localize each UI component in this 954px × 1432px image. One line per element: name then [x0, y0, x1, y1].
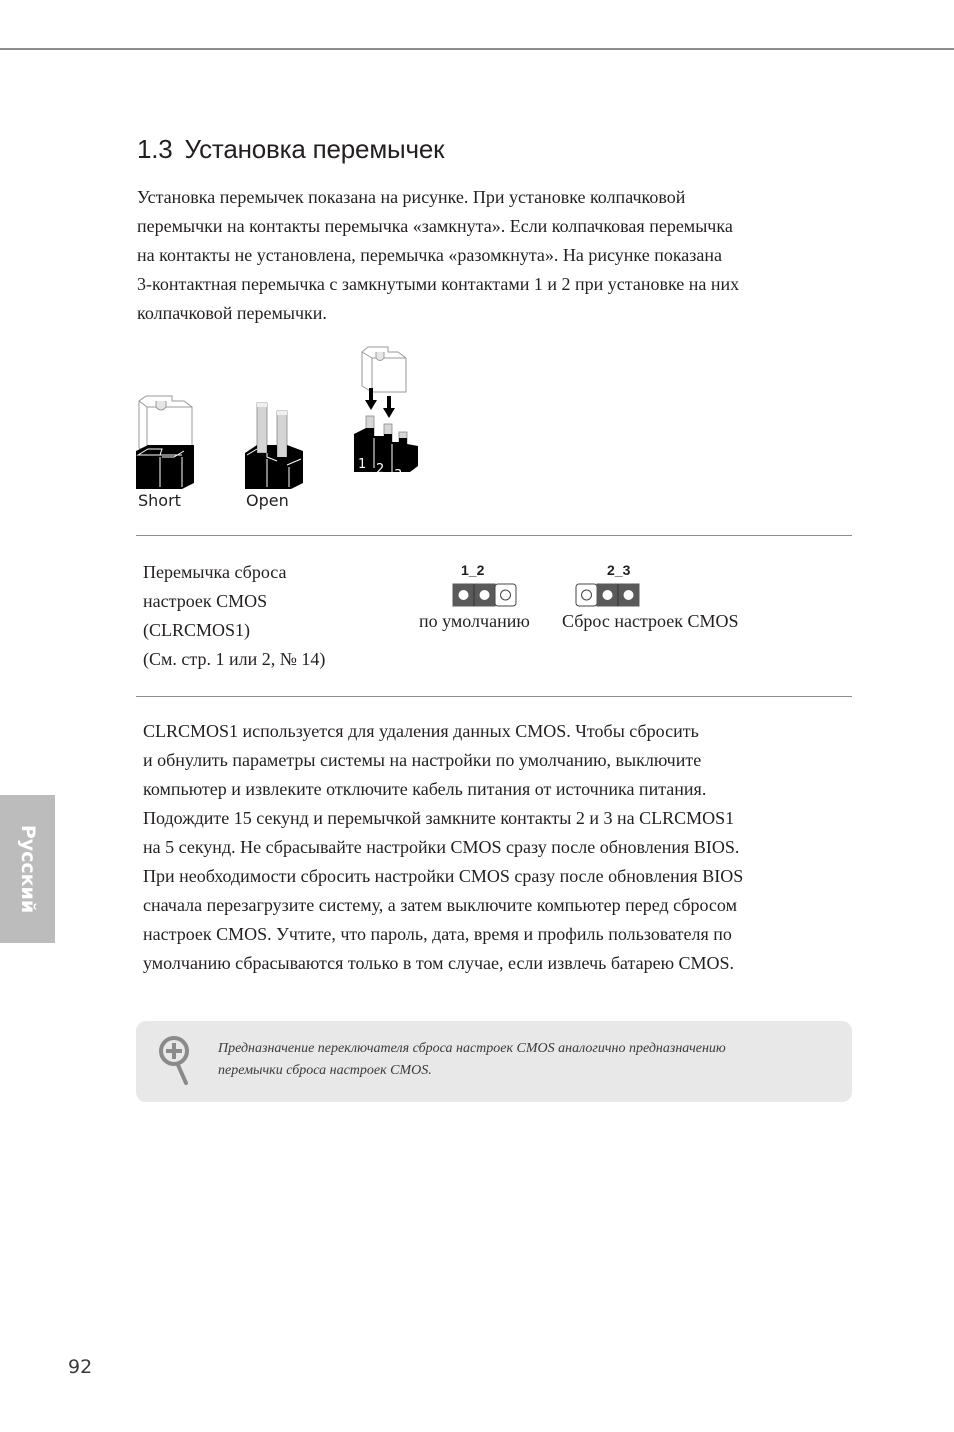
intro-paragraph: Установка перемычек показана на рисунке.… — [137, 183, 817, 328]
note-box: Предназначение переключателя сброса наст… — [136, 1021, 852, 1102]
short-jumper-illustration — [136, 395, 194, 489]
body-line: и обнулить параметры системы на настройк… — [143, 750, 702, 770]
intro-line: на контакты не установлена, перемычка «р… — [137, 245, 723, 265]
pin-number: 3 — [394, 468, 402, 483]
magnifier-plus-icon — [159, 1036, 189, 1085]
clrcmos-description: Перемычка сброса настроек CMOS (CLRCMOS1… — [143, 558, 325, 674]
description-line: Перемычка сброса — [143, 562, 287, 582]
section-number: 1.3 — [137, 134, 173, 164]
table-bottom-rule — [136, 696, 852, 697]
body-paragraph: CLRCMOS1 используется для удаления данны… — [143, 717, 803, 978]
three-pin-jumper-illustration: 1 2 3 — [354, 346, 418, 483]
body-line: CLRCMOS1 используется для удаления данны… — [143, 721, 699, 741]
description-line: (См. стр. 1 или 2, № 14) — [143, 649, 326, 669]
default-pin-diagram — [452, 583, 517, 607]
description-line: настроек CMOS — [143, 591, 268, 611]
clear-caption: Сброс настроек CMOS — [562, 611, 739, 631]
intro-line: колпачковой перемычки. — [137, 303, 327, 323]
pin-dot — [458, 590, 469, 600]
pin-open — [494, 583, 517, 607]
pin-number: 2 — [376, 462, 384, 477]
open-jumper-illustration — [245, 402, 303, 489]
arrow-down-icon — [383, 396, 395, 418]
short-label: Short — [138, 491, 181, 510]
clear-pins-label: 2_3 — [607, 562, 631, 578]
intro-line: перемычки на контакты перемычка «замкнут… — [137, 216, 733, 236]
body-line: При необходимости сбросить настройки CMO… — [143, 866, 744, 886]
section-title-text: Установка перемычек — [184, 134, 445, 164]
language-label: Русский — [16, 824, 39, 914]
body-line: на 5 секунд. Не сбрасывайте настройки CM… — [143, 837, 740, 857]
table-top-rule — [136, 535, 852, 536]
pin-dot — [602, 590, 613, 600]
section-title: 1.3 Установка перемычек — [137, 134, 444, 165]
note-line: Предназначение переключателя сброса наст… — [218, 1041, 726, 1056]
pin-dot — [479, 590, 490, 600]
clear-pin-diagram — [575, 583, 640, 607]
body-line: сначала перезагрузите систему, а затем в… — [143, 895, 737, 915]
note-text: Предназначение переключателя сброса наст… — [218, 1038, 726, 1082]
body-line: настроек CMOS. Учтите, что пароль, дата,… — [143, 924, 732, 944]
language-side-tab: Русский — [0, 795, 55, 943]
pin-open — [575, 583, 598, 607]
body-line: умолчанию сбрасываются только в том случ… — [143, 953, 735, 973]
header-rule — [0, 48, 954, 50]
intro-line: Установка перемычек показана на рисунке.… — [137, 187, 686, 207]
page-number: 92 — [68, 1356, 93, 1378]
body-line: компьютер и извлеките отключите кабель п… — [143, 779, 707, 799]
pin-number: 1 — [358, 457, 366, 472]
default-pins-label: 1_2 — [461, 562, 485, 578]
default-caption: по умолчанию — [419, 611, 530, 631]
intro-line: 3-контактная перемычка с замкнутыми конт… — [137, 274, 740, 294]
description-line: (CLRCMOS1) — [143, 620, 251, 640]
open-label: Open — [246, 491, 289, 510]
body-line: Подождите 15 секунд и перемычкой замкнит… — [143, 808, 735, 828]
note-line: перемычки сброса настроек CMOS. — [218, 1063, 432, 1078]
pin-dot — [623, 590, 634, 600]
